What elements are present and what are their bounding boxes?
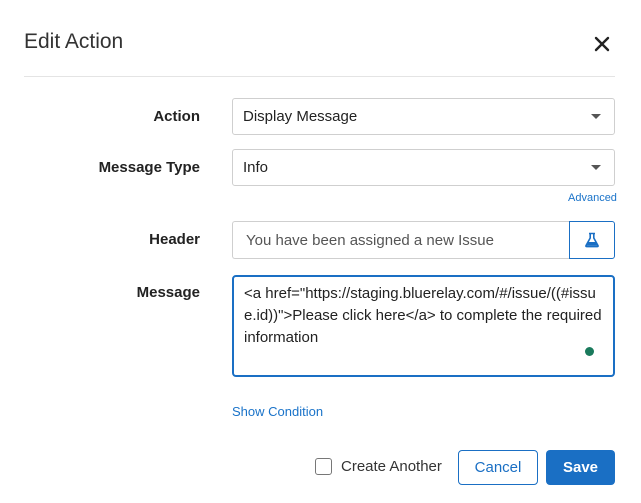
message-textarea[interactable]: <a href="https://staging.bluerelay.com/#… (232, 275, 615, 377)
edit-action-dialog: Edit Action Action Display Message Messa… (0, 0, 641, 503)
flask-icon (585, 232, 599, 248)
header-label: Header (149, 231, 200, 248)
message-type-select-value: Info (243, 159, 269, 176)
create-another-label[interactable]: Create Another (341, 458, 442, 475)
message-type-select[interactable]: Info (232, 149, 615, 186)
advanced-link[interactable]: Advanced (568, 192, 617, 204)
action-label: Action (153, 108, 200, 125)
message-type-label: Message Type (98, 159, 200, 176)
close-icon (594, 36, 610, 52)
action-select-value: Display Message (243, 108, 358, 125)
show-condition-link[interactable]: Show Condition (232, 404, 323, 419)
create-another-control[interactable]: Create Another (315, 458, 442, 475)
header-divider (24, 76, 615, 77)
chevron-down-icon (591, 165, 601, 170)
dialog-title: Edit Action (24, 30, 124, 53)
save-button[interactable]: Save (546, 450, 615, 485)
close-button[interactable] (588, 30, 616, 58)
chevron-down-icon (591, 114, 601, 119)
message-label: Message (136, 284, 200, 301)
header-input[interactable]: You have been assigned a new Issue (232, 221, 570, 259)
status-dot-icon (585, 347, 594, 356)
test-header-button[interactable] (569, 221, 615, 259)
action-select[interactable]: Display Message (232, 98, 615, 135)
cancel-button[interactable]: Cancel (458, 450, 538, 485)
create-another-checkbox[interactable] (315, 458, 332, 475)
